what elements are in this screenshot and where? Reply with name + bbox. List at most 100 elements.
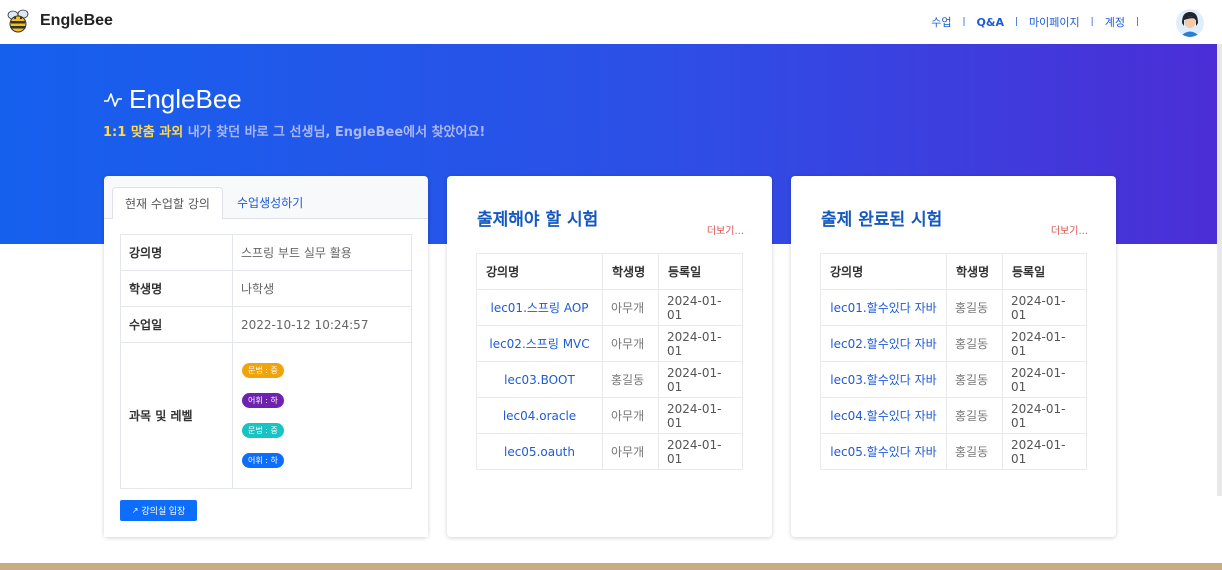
student-name-value: 나학생 bbox=[232, 270, 412, 307]
register-date: 2024-01-01 bbox=[1002, 397, 1087, 434]
user-avatar[interactable] bbox=[1176, 9, 1204, 37]
lecture-link[interactable]: lec01.스프링 AOP bbox=[476, 289, 603, 326]
level-badges: 문법 : 중 어휘 : 하 문법 : 중 어휘 : 하 bbox=[241, 363, 403, 468]
pending-exams-card: 출제해야 할 시험 더보기... 강의명 학생명 등록일 lec01.스프링 A… bbox=[447, 176, 772, 537]
subject-level-label: 과목 및 레벨 bbox=[120, 342, 233, 489]
nav-separator: | bbox=[1135, 17, 1139, 27]
register-date: 2024-01-01 bbox=[1002, 361, 1087, 398]
lesson-tabs: 현재 수업할 강의 수업생성하기 bbox=[104, 176, 428, 220]
student-name: 아무개 bbox=[602, 397, 659, 434]
level-badge: 문법 : 중 bbox=[242, 423, 284, 438]
register-date: 2024-01-01 bbox=[1002, 325, 1087, 362]
table-row: lec02.할수있다 자바 홍길동 2024-01-01 bbox=[820, 325, 1087, 362]
scrollbar-track[interactable] bbox=[1217, 44, 1222, 496]
register-date: 2024-01-01 bbox=[658, 433, 743, 470]
table-row: lec02.스프링 MVC 아무개 2024-01-01 bbox=[476, 325, 743, 362]
hero-subtitle-text: 내가 찾던 바로 그 선생님, EngleBee에서 찾았어요! bbox=[183, 125, 486, 140]
lecture-link[interactable]: lec02.할수있다 자바 bbox=[820, 325, 947, 362]
lecture-link[interactable]: lec03.BOOT bbox=[476, 361, 603, 398]
hero-subtitle: 1:1 맞춤 과외 내가 찾던 바로 그 선생님, EngleBee에서 찾았어… bbox=[103, 121, 485, 140]
table-row: lec01.할수있다 자바 홍길동 2024-01-01 bbox=[820, 289, 1087, 326]
lecture-link[interactable]: lec05.oauth bbox=[476, 433, 603, 470]
footer-bar bbox=[0, 563, 1222, 570]
lesson-date-label: 수업일 bbox=[120, 306, 233, 343]
table-row: 강의명 스프링 부트 실무 활용 bbox=[120, 234, 412, 271]
table-header-row: 강의명 학생명 등록일 bbox=[476, 253, 743, 290]
lecture-link[interactable]: lec03.할수있다 자바 bbox=[820, 361, 947, 398]
completed-exams-table: 강의명 학생명 등록일 lec01.할수있다 자바 홍길동 2024-01-01… bbox=[820, 253, 1087, 470]
student-name: 홍길동 bbox=[946, 289, 1003, 326]
register-date: 2024-01-01 bbox=[658, 325, 743, 362]
current-lesson-card: 현재 수업할 강의 수업생성하기 강의명 스프링 부트 실무 활용 학생명 나학… bbox=[104, 176, 428, 537]
hero-title: EngleBee bbox=[103, 84, 242, 115]
tab-current-lesson[interactable]: 현재 수업할 강의 bbox=[112, 187, 223, 220]
student-name: 홍길동 bbox=[602, 361, 659, 398]
bee-logo-icon bbox=[7, 9, 29, 33]
register-date: 2024-01-01 bbox=[658, 289, 743, 326]
student-name: 홍길동 bbox=[946, 397, 1003, 434]
table-row: 수업일 2022-10-12 10:24:57 bbox=[120, 306, 412, 343]
lecture-link[interactable]: lec04.할수있다 자바 bbox=[820, 397, 947, 434]
pending-exams-table: 강의명 학생명 등록일 lec01.스프링 AOP 아무개 2024-01-01… bbox=[476, 253, 743, 470]
register-date: 2024-01-01 bbox=[1002, 433, 1087, 470]
table-row: lec03.할수있다 자바 홍길동 2024-01-01 bbox=[820, 361, 1087, 398]
column-header: 강의명 bbox=[476, 253, 603, 290]
lesson-info-table: 강의명 스프링 부트 실무 활용 학생명 나학생 수업일 2022-10-12 … bbox=[120, 234, 412, 489]
student-name: 아무개 bbox=[602, 325, 659, 362]
nav-links: 수업 | Q&A | 마이페이지 | 계정 | bbox=[931, 14, 1150, 30]
table-row: lec03.BOOT 홍길동 2024-01-01 bbox=[476, 361, 743, 398]
nav-link-account[interactable]: 계정 bbox=[1105, 14, 1125, 30]
lesson-name-value: 스프링 부트 실무 활용 bbox=[232, 234, 412, 271]
enter-classroom-button[interactable]: ↗ 강의실 입장 bbox=[120, 500, 197, 521]
student-name: 아무개 bbox=[602, 289, 659, 326]
table-row: lec01.스프링 AOP 아무개 2024-01-01 bbox=[476, 289, 743, 326]
table-row: lec05.oauth 아무개 2024-01-01 bbox=[476, 433, 743, 470]
level-badge: 문법 : 중 bbox=[242, 363, 284, 378]
pulse-icon bbox=[104, 92, 122, 107]
lecture-link[interactable]: lec05.할수있다 자바 bbox=[820, 433, 947, 470]
hero-heading: EngleBee bbox=[129, 84, 242, 114]
table-row: lec04.할수있다 자바 홍길동 2024-01-01 bbox=[820, 397, 1087, 434]
lesson-name-label: 강의명 bbox=[120, 234, 233, 271]
table-row: lec04.oracle 아무개 2024-01-01 bbox=[476, 397, 743, 434]
student-name: 아무개 bbox=[602, 433, 659, 470]
completed-exams-title: 출제 완료된 시험 bbox=[821, 210, 943, 230]
column-header: 학생명 bbox=[602, 253, 659, 290]
lesson-date-value: 2022-10-12 10:24:57 bbox=[232, 306, 412, 343]
completed-exams-card: 출제 완료된 시험 더보기... 강의명 학생명 등록일 lec01.할수있다 … bbox=[791, 176, 1116, 537]
brand[interactable]: EngleBee bbox=[4, 7, 113, 35]
student-name-label: 학생명 bbox=[120, 270, 233, 307]
level-badge: 어휘 : 하 bbox=[242, 393, 284, 408]
table-row: lec05.할수있다 자바 홍길동 2024-01-01 bbox=[820, 433, 1087, 470]
student-name: 홍길동 bbox=[946, 433, 1003, 470]
column-header: 등록일 bbox=[1002, 253, 1087, 290]
nav-separator: | bbox=[962, 17, 966, 27]
external-link-icon: ↗ bbox=[131, 506, 139, 515]
pending-exams-more-link[interactable]: 더보기... bbox=[707, 222, 744, 237]
column-header: 학생명 bbox=[946, 253, 1003, 290]
nav-link-mypage[interactable]: 마이페이지 bbox=[1029, 14, 1080, 30]
enter-classroom-label: 강의실 입장 bbox=[141, 506, 186, 516]
lecture-link[interactable]: lec02.스프링 MVC bbox=[476, 325, 603, 362]
pending-exams-title: 출제해야 할 시험 bbox=[477, 210, 599, 230]
register-date: 2024-01-01 bbox=[1002, 289, 1087, 326]
hero-subtitle-highlight: 1:1 맞춤 과외 bbox=[103, 125, 184, 140]
nav-link-class[interactable]: 수업 bbox=[931, 14, 951, 30]
completed-exams-more-link[interactable]: 더보기... bbox=[1051, 222, 1088, 237]
table-header-row: 강의명 학생명 등록일 bbox=[820, 253, 1087, 290]
avatar-icon bbox=[1176, 9, 1204, 37]
subject-level-cell: 문법 : 중 어휘 : 하 문법 : 중 어휘 : 하 bbox=[232, 342, 412, 489]
register-date: 2024-01-01 bbox=[658, 397, 743, 434]
column-header: 등록일 bbox=[658, 253, 743, 290]
level-badge: 어휘 : 하 bbox=[242, 453, 284, 468]
lesson-panel: 강의명 스프링 부트 실무 활용 학생명 나학생 수업일 2022-10-12 … bbox=[104, 219, 428, 537]
nav-link-qna[interactable]: Q&A bbox=[977, 16, 1004, 29]
column-header: 강의명 bbox=[820, 253, 947, 290]
nav-separator: | bbox=[1090, 17, 1094, 27]
lecture-link[interactable]: lec04.oracle bbox=[476, 397, 603, 434]
student-name: 홍길동 bbox=[946, 361, 1003, 398]
register-date: 2024-01-01 bbox=[658, 361, 743, 398]
lecture-link[interactable]: lec01.할수있다 자바 bbox=[820, 289, 947, 326]
table-row: 과목 및 레벨 문법 : 중 어휘 : 하 문법 : 중 어휘 : 하 bbox=[120, 342, 412, 489]
tab-create-lesson[interactable]: 수업생성하기 bbox=[225, 187, 315, 220]
